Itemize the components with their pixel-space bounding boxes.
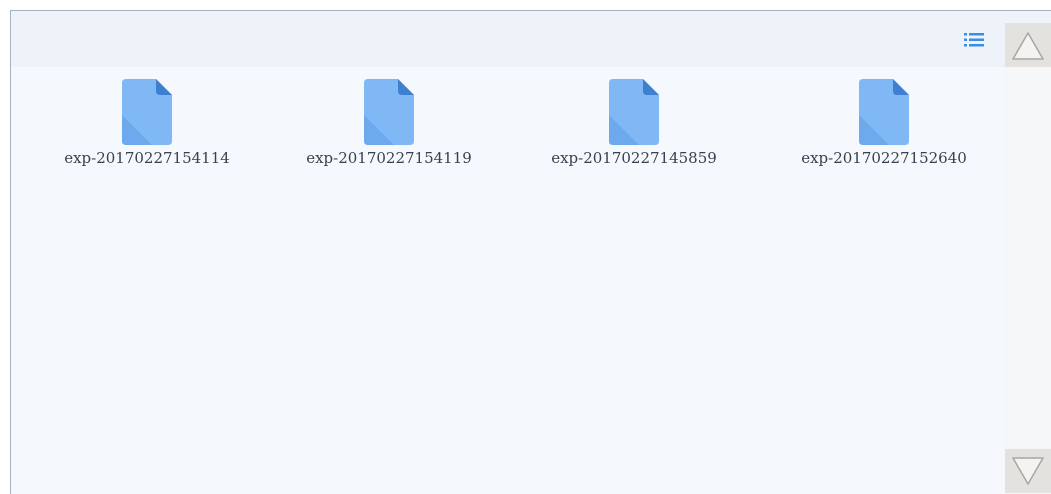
- file-icon: [859, 79, 909, 145]
- toolbar: [11, 11, 1051, 67]
- file-grid: exp-20170227154114 exp-20170227154119 ex…: [37, 79, 997, 179]
- list-view-icon[interactable]: [964, 32, 984, 47]
- file-name: exp-20170227154119: [306, 149, 472, 167]
- file-item[interactable]: exp-20170227145859: [521, 79, 747, 167]
- scroll-up-arrow-icon[interactable]: [1005, 23, 1051, 67]
- file-icon: [609, 79, 659, 145]
- scroll-down-arrow-icon[interactable]: [1005, 449, 1051, 493]
- file-item[interactable]: exp-20170227152640: [771, 79, 997, 167]
- vertical-scrollbar[interactable]: [1005, 23, 1051, 494]
- file-item[interactable]: exp-20170227154119: [279, 79, 499, 167]
- file-name: exp-20170227152640: [801, 149, 967, 167]
- file-name: exp-20170227154114: [64, 149, 230, 167]
- file-browser-window: exp-20170227154114 exp-20170227154119 ex…: [10, 10, 1051, 494]
- file-item[interactable]: exp-20170227154114: [37, 79, 257, 167]
- file-icon: [364, 79, 414, 145]
- file-icon: [122, 79, 172, 145]
- file-name: exp-20170227145859: [551, 149, 717, 167]
